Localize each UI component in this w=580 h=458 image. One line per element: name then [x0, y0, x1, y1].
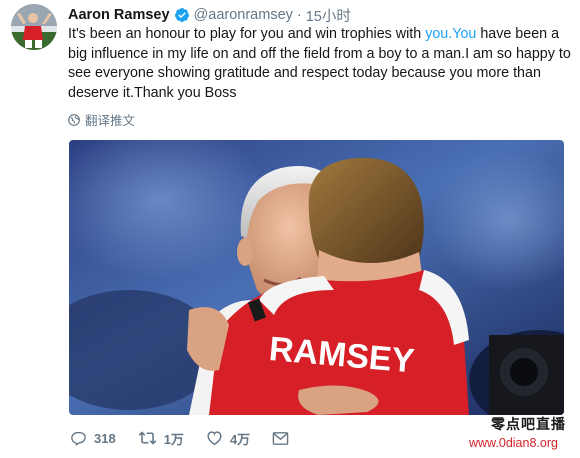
tweet-text-part1: It's been an honour to play for you and … — [68, 26, 426, 42]
globe-icon — [68, 113, 80, 126]
translate-label: 翻译推文 — [85, 114, 136, 128]
separator-dot: · — [296, 7, 302, 23]
mention-link[interactable]: you.You — [425, 26, 476, 42]
handle[interactable]: @aaronramsey — [194, 7, 293, 23]
retweet-icon — [138, 431, 157, 445]
reply-button[interactable]: 318 — [70, 430, 116, 446]
like-button[interactable]: 4万 — [206, 429, 250, 448]
reply-icon — [71, 432, 86, 446]
tweet-header: Aaron Ramsey @aaronramsey · 15小时 — [68, 5, 351, 25]
avatar[interactable] — [11, 4, 57, 50]
watermark-site-name: 零点吧直播 — [491, 417, 566, 433]
tweet-actions: 318 1万 4万 — [70, 427, 318, 449]
tweet-card: Aaron Ramsey @aaronramsey · 15小时 It's be… — [0, 0, 580, 458]
display-name[interactable]: Aaron Ramsey — [68, 7, 170, 23]
verified-badge-icon — [174, 7, 190, 23]
timestamp[interactable]: 15小时 — [306, 5, 351, 26]
retweet-button[interactable]: 1万 — [138, 429, 184, 448]
direct-message-button[interactable] — [272, 431, 296, 446]
watermark-url: www.0dian8.org — [469, 436, 558, 450]
retweet-count: 1万 — [163, 431, 184, 447]
translate-tweet-link[interactable]: 翻译推文 — [68, 110, 135, 129]
tweet-photo[interactable]: RAMSEY — [69, 140, 564, 415]
reply-count: 318 — [94, 430, 116, 446]
site-watermark: 零点吧直播 www.0dian8.org — [469, 414, 574, 450]
envelope-icon — [272, 431, 289, 445]
heart-icon — [207, 431, 222, 446]
tweet-text: It's been an honour to play for you and … — [68, 25, 573, 103]
like-count: 4万 — [229, 431, 251, 447]
